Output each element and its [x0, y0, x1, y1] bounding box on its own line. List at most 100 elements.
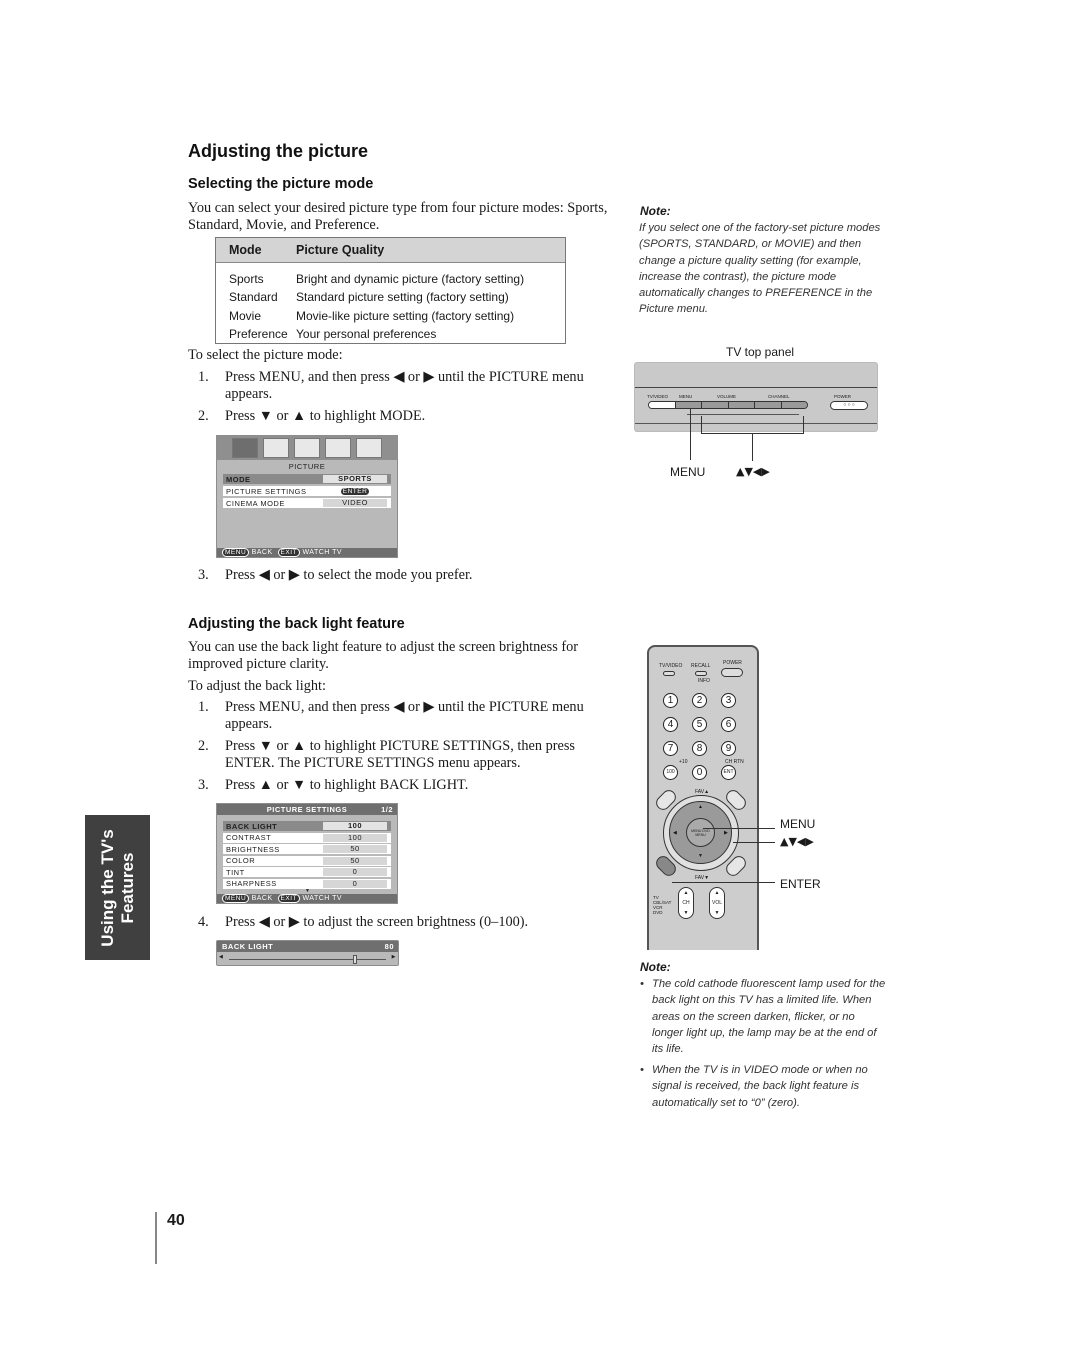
picture-icon: [232, 438, 258, 458]
audio-icon: [263, 438, 289, 458]
cell-quality: Your personal preferences: [296, 327, 437, 342]
exit-key-label: WATCH TV: [302, 549, 343, 556]
dpad-right-icon[interactable]: ▶: [724, 830, 728, 836]
note-text: If you select one of the factory-set pic…: [639, 222, 881, 316]
remote-power-button[interactable]: [721, 668, 743, 677]
remote-key-7[interactable]: 7: [663, 741, 678, 756]
remote-recall-label: RECALL: [691, 663, 711, 669]
panel-line: [635, 387, 877, 388]
dpad-down-icon[interactable]: ▼: [698, 854, 703, 859]
slider-right-arrow-icon: ▶: [391, 954, 396, 960]
step-text: Press ◀ or ▶ to select the mode you pref…: [225, 567, 473, 583]
step-text: Press MENU, and then press ◀ or ▶ until …: [225, 699, 584, 732]
osd-item-tint: TINT 0: [223, 867, 391, 877]
chapter-side-tab[interactable]: Using the TV's Features: [85, 815, 150, 960]
slider-label: BACK LIGHT: [222, 942, 274, 951]
remote-power-label: POWER: [723, 660, 742, 666]
channel-up-button[interactable]: [780, 402, 807, 408]
dpad-left-icon[interactable]: ◀: [673, 830, 677, 836]
remote-key-9[interactable]: 9: [721, 741, 736, 756]
step-number: 4.: [198, 914, 209, 930]
remote-key-1[interactable]: 1: [663, 693, 678, 708]
channel-down-button[interactable]: [754, 402, 781, 408]
dpad-up-icon[interactable]: ▲: [698, 805, 703, 810]
bullet-icon: •: [640, 978, 644, 990]
slider-thumb[interactable]: [352, 954, 357, 964]
cell-mode: Standard: [229, 290, 278, 305]
remote-vol-rocker[interactable]: ▲ VOL ▼: [709, 887, 725, 919]
remote-ch-rocker[interactable]: ▲ CH ▼: [678, 887, 694, 919]
vol-label: VOL: [711, 900, 722, 906]
table-header: Mode Picture Quality: [216, 238, 565, 263]
intro-back-light: You can use the back light feature to ad…: [188, 639, 579, 672]
remote-key-ent[interactable]: ENT: [721, 765, 736, 780]
table-row: Standard Standard picture setting (facto…: [216, 288, 565, 306]
osd-item-label: COLOR: [226, 856, 256, 865]
osd-item-value: SPORTS: [323, 475, 387, 483]
power-label: POWER: [834, 394, 852, 399]
remote-tv-video-button[interactable]: [663, 671, 675, 676]
step-item: 2. Press ▼ or ▲ to highlight PICTURE SET…: [198, 738, 628, 778]
step-number: 3.: [198, 567, 209, 583]
volume-down-button[interactable]: [701, 402, 728, 408]
step-text: Press ▲ or ▼ to highlight BACK LIGHT.: [225, 777, 469, 793]
volume-label: VOLUME: [717, 394, 737, 399]
callout-bracket: [701, 416, 804, 434]
header-mode: Mode: [229, 243, 262, 257]
remote-key-8[interactable]: 8: [692, 741, 707, 756]
note-heading: Note:: [640, 960, 671, 974]
slider-left-arrow-icon: ◀: [219, 954, 224, 960]
cell-quality: Movie-like picture setting (factory sett…: [296, 308, 515, 323]
remote-chrtn-label: CH RTN: [725, 759, 744, 765]
step-number: 2.: [198, 408, 209, 424]
slider-track[interactable]: [229, 954, 386, 964]
channel-label: CHANNEL: [768, 394, 790, 399]
remote-key-100[interactable]: 100: [663, 765, 678, 780]
osd-item-back-light: BACK LIGHT 100: [223, 821, 391, 831]
step-text: Press ◀ or ▶ to adjust the screen bright…: [225, 914, 529, 930]
exit-key-label: WATCH TV: [302, 895, 343, 902]
menu-key-label: BACK: [251, 895, 273, 902]
step-text: Press ▼ or ▲ to highlight PICTURE SETTIN…: [225, 738, 575, 771]
osd-item-label: BRIGHTNESS: [226, 844, 280, 854]
header-picture-quality: Picture Quality: [296, 243, 385, 257]
remote-key-5[interactable]: 5: [692, 717, 707, 732]
remote-callout-arrows: ▲▼◀▶: [780, 835, 814, 848]
remote-key-0[interactable]: 0: [692, 765, 707, 780]
volume-up-button[interactable]: [727, 402, 755, 408]
table-row: Preference Your personal preferences: [216, 325, 565, 343]
exit-key: EXIT: [277, 894, 300, 903]
tv-video-button[interactable]: [649, 402, 675, 408]
step-item: 3. Press ◀ or ▶ to select the mode you p…: [198, 567, 628, 587]
table-row: Sports Bright and dynamic picture (facto…: [216, 270, 565, 288]
osd-item-value: 50: [323, 856, 387, 865]
panel-power-button[interactable]: ○ ○ ○: [830, 401, 868, 410]
lead-picture-mode: To select the picture mode:: [188, 347, 343, 363]
cell-quality: Bright and dynamic picture (factory sett…: [296, 272, 525, 287]
menu-key: MENU: [222, 548, 250, 557]
step-number: 3.: [198, 777, 209, 793]
callout-line: [690, 408, 691, 460]
panel-menu-button[interactable]: [675, 402, 702, 408]
remote-mode-labels: TV CBL/SAT VCR DVD: [653, 895, 671, 915]
remote-key-2[interactable]: 2: [692, 693, 707, 708]
exit-key: EXIT: [277, 548, 300, 557]
osd-item-picture-settings: PICTURE SETTINGS ENTER: [223, 486, 391, 496]
page-number: 40: [167, 1212, 185, 1229]
remote-key-3[interactable]: 3: [721, 693, 736, 708]
osd-icon-row: [217, 436, 397, 460]
remote-dpad-ring: MENU DVD MENU ▲ ▼ ◀ ▶: [663, 795, 739, 871]
cell-mode: Preference: [229, 327, 288, 342]
intro-picture-mode: You can select your desired picture type…: [188, 200, 608, 233]
remote-recall-button[interactable]: [695, 671, 707, 676]
step-number: 2.: [198, 738, 209, 754]
osd-page-indicator: 1/2: [381, 805, 393, 814]
remote-key-4[interactable]: 4: [663, 717, 678, 732]
osd-item-sharpness: SHARPNESS 0: [223, 878, 391, 889]
mode-label-dvd: DVD: [653, 910, 663, 915]
side-tab-label: Using the TV's Features: [98, 829, 138, 946]
step-item: 1. Press MENU, and then press ◀ or ▶ unt…: [198, 699, 628, 739]
remote-menu-button[interactable]: MENU DVD MENU: [686, 818, 715, 847]
remote-key-6[interactable]: 6: [721, 717, 736, 732]
osd-item-mode: MODE SPORTS: [223, 474, 391, 484]
